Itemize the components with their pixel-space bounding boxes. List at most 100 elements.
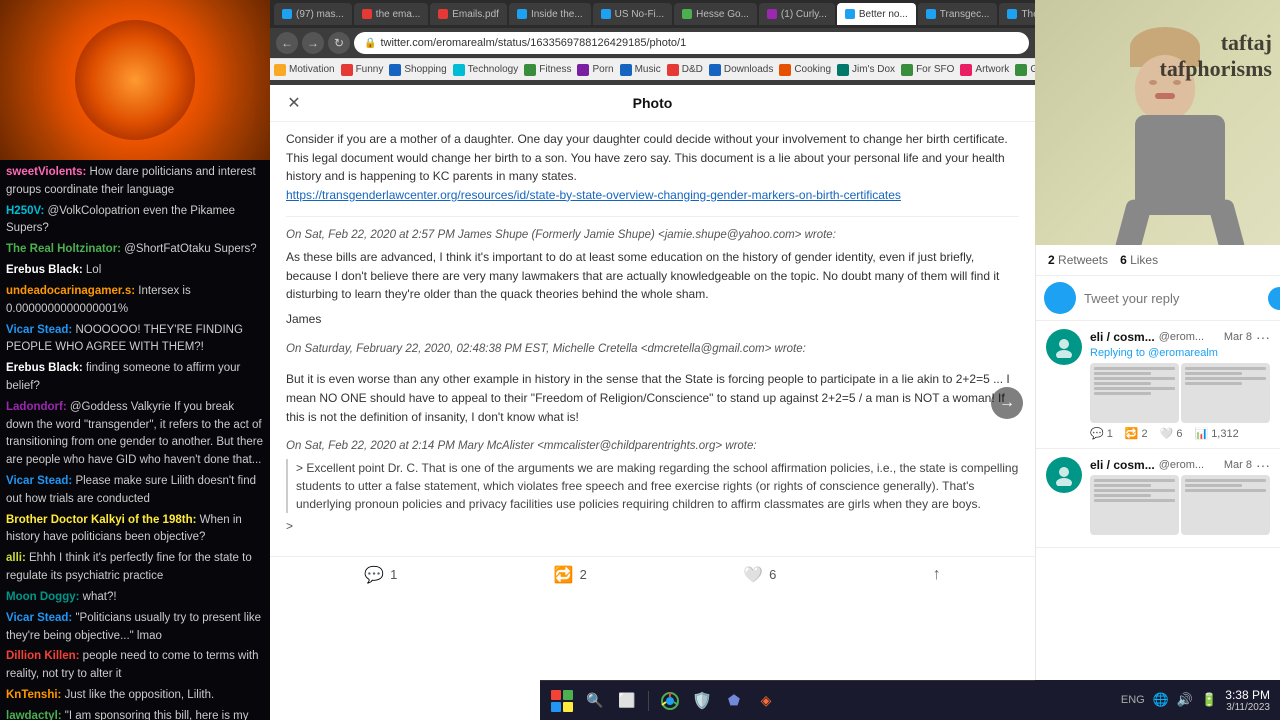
browser-tab[interactable]: (97) mas... [274,3,352,25]
tray-network-icon[interactable]: 🌐 [1153,692,1169,708]
back-button[interactable]: ← [276,32,298,54]
reply-more-button-2[interactable]: ··· [1256,457,1270,473]
reply-input[interactable] [1084,284,1260,312]
reply-image-3[interactable] [1090,475,1179,535]
chat-message: Brother Doctor Kalkyi of the 198th: When… [6,512,264,548]
bookmark-item[interactable]: Artwork [960,64,1009,76]
start-button[interactable] [548,687,576,715]
tray-eng-label: ENG [1121,694,1145,706]
bookmark-item[interactable]: Motivation [274,64,335,76]
chat-username: sweetViolents: [6,166,86,178]
bookmark-icon [960,64,972,76]
comment-action[interactable]: 💬 1 [364,565,397,585]
chat-message: KnTenshi: Just like the opposition, Lili… [6,687,264,705]
browser-tab[interactable]: Emails.pdf [430,3,507,25]
streamer-body [1135,115,1225,215]
browser-tab[interactable]: Better no... [837,3,916,25]
reply-views-action[interactable]: 📊 1,312 [1194,427,1238,440]
chat-text: Ehhh I think it's perfectly fine for the… [6,552,252,582]
bookmark-item[interactable]: Funny [341,64,384,76]
browser-tab[interactable]: Inside the... [509,3,591,25]
reply-button[interactable]: Reply [1268,287,1280,310]
browser-tab[interactable]: Transgec... [918,3,998,25]
reply-avatar [1046,329,1082,365]
discord-taskbar-icon[interactable]: ⬟ [721,688,747,714]
chat-username: The Real Holtzinator: [6,243,121,255]
email-intro-text: Consider if you are a mother of a daught… [286,130,1019,186]
modal-title: Photo [633,95,673,111]
bookmark-label: Porn [592,64,613,75]
bookmark-item[interactable]: Jim's Dox [837,64,895,76]
bookmark-icon [1015,64,1027,76]
tab-bar: (97) mas... the ema...Emails.pdfInside th… [270,0,1035,28]
chrome-taskbar-icon[interactable] [657,688,683,714]
bookmark-item[interactable]: Music [620,64,661,76]
browser-tab[interactable]: (1) Curly... [759,3,835,25]
tray-volume-icon[interactable]: 🔊 [1177,692,1193,708]
browser-tab[interactable]: The wave... [999,3,1035,25]
browser-tab[interactable]: the ema... [354,3,428,25]
reply-comment-action[interactable]: 💬 1 [1090,427,1113,440]
forward-button[interactable]: → [302,32,324,54]
reply-subtext: Replying to @eromarealm [1090,347,1270,359]
tab-favicon [926,9,936,19]
bookmark-label: D&D [682,64,703,75]
chat-text: what?! [79,591,116,603]
task-view-icon[interactable]: ⬜ [614,688,640,714]
reply-image-4[interactable] [1181,475,1270,535]
reload-button[interactable]: ↻ [328,32,350,54]
bookmark-label: Technology [468,64,519,75]
reply-image-2[interactable] [1181,363,1270,423]
chat-message: The Real Holtzinator: @ShortFatOtaku Sup… [6,241,264,259]
reply-handle-2: @erom... [1159,459,1204,471]
chat-text: Lol [83,264,102,276]
tab-favicon [601,9,611,19]
tab-favicon [438,9,448,19]
bookmark-item[interactable]: Garden [1015,64,1035,76]
bookmark-item[interactable]: Porn [577,64,613,76]
reply-retweet-action[interactable]: 🔁 2 [1125,427,1148,440]
bookmark-item[interactable]: For SFO [901,64,954,76]
bookmark-item[interactable]: Fitness [524,64,571,76]
bookmark-item[interactable]: Technology [453,64,519,76]
right-panel: taftaj tafphorisms 2 Retweets 6 Likes Re… [1035,0,1280,720]
win-square-red [551,690,561,700]
bookmark-item[interactable]: Downloads [709,64,773,76]
email3-body: But it is even worse than any other exam… [286,370,1019,426]
reply-more-button[interactable]: ··· [1256,329,1270,345]
search-taskbar-icon[interactable]: 🔍 [582,688,608,714]
reply-retweet-count: 2 [1142,428,1148,440]
modal-close-button[interactable]: ✕ [282,91,306,115]
shield-taskbar-icon[interactable]: 🛡️ [689,688,715,714]
reply-input-area: Reply [1036,276,1280,321]
tweet-actions-bar: 💬 1 🔁 2 🤍 6 ↑ [270,556,1035,593]
address-bar[interactable]: 🔒 twitter.com/eromarealm/status/16335697… [354,32,1029,54]
reply-like-action[interactable]: 🤍 6 [1160,427,1183,440]
chat-panel: sweetViolents: How dare politicians and … [0,0,270,720]
tab-label: Transgec... [940,9,990,20]
bookmark-label: Jim's Dox [852,64,895,75]
streamer-arm-right [1208,198,1248,245]
bookmark-item[interactable]: D&D [667,64,703,76]
like-action[interactable]: 🤍 6 [743,565,776,585]
browser-tab[interactable]: Hesse Go... [674,3,757,25]
share-action[interactable]: ↑ [933,566,941,584]
bookmark-icon [389,64,401,76]
reply-image-1[interactable] [1090,363,1179,423]
retweet-stat-label: Retweets [1058,253,1108,267]
next-image-button[interactable]: → [991,387,1023,419]
win-square-blue [551,702,561,712]
tray-battery-icon[interactable]: 🔋 [1201,692,1217,708]
tab-label: (97) mas... [296,9,344,20]
bookmark-item[interactable]: Shopping [389,64,446,76]
email-thread: Consider if you are a mother of a daught… [286,130,1019,536]
comment-count: 1 [390,567,397,582]
app-taskbar-icon[interactable]: ◈ [753,688,779,714]
like-icon: 🤍 [743,565,763,585]
browser-tab[interactable]: US No-Fi... [593,3,672,25]
law-center-link[interactable]: https://transgenderlawcenter.org/resourc… [286,188,901,202]
tab-favicon [1007,9,1017,19]
streamer-arm-left [1113,198,1153,245]
bookmark-item[interactable]: Cooking [779,64,831,76]
retweet-action[interactable]: 🔁 2 [554,565,587,585]
